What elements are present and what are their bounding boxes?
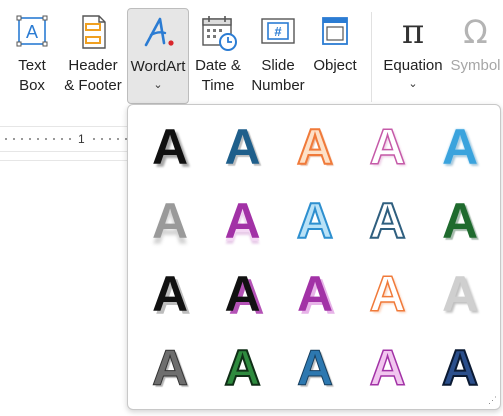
date-time-button[interactable]: Date & Time — [191, 8, 245, 104]
wordart-icon — [138, 13, 178, 53]
header-footer-icon — [73, 12, 113, 52]
wordart-gallery: AAAAAAAAAAAAAAAAAAAA ⋰ — [127, 104, 501, 410]
date-time-label: Date & Time — [195, 57, 241, 94]
equation-label: Equation — [383, 57, 443, 74]
wordart-style-2[interactable]: A — [210, 114, 276, 180]
wordart-style-5[interactable]: A — [427, 114, 493, 180]
resize-grip-icon[interactable]: ⋰ — [488, 395, 497, 406]
object-icon — [315, 12, 355, 52]
wordart-style-1[interactable]: A — [137, 114, 203, 180]
wordart-style-15[interactable]: A — [427, 261, 493, 327]
hash-glyph: # — [274, 24, 282, 39]
wordart-style-20[interactable]: A — [427, 335, 493, 401]
wordart-style-19[interactable]: A — [355, 335, 421, 401]
slide-number-icon: # — [258, 12, 298, 52]
chevron-down-icon: ⌄ — [408, 78, 418, 90]
symbol-label: Symbol — [450, 57, 501, 74]
pi-icon: π — [393, 12, 433, 52]
text-box-button[interactable]: A Text Box — [4, 8, 60, 104]
header-footer-label: Header & Footer — [64, 57, 122, 94]
ruler-ticks — [2, 138, 138, 140]
wordart-style-8[interactable]: A — [282, 188, 348, 254]
text-box-glyph: A — [26, 22, 38, 42]
slide-number-button[interactable]: # Slide Number — [249, 8, 307, 104]
text-box-label: Text Box — [18, 57, 46, 94]
omega-glyph: Ω — [463, 13, 488, 51]
chevron-down-icon: ⌄ — [153, 79, 163, 91]
group-separator — [371, 12, 372, 102]
wordart-style-4[interactable]: A — [355, 114, 421, 180]
wordart-style-6[interactable]: A — [137, 188, 203, 254]
wordart-style-18[interactable]: A — [282, 335, 348, 401]
wordart-grid: AAAAAAAAAAAAAAAAAAAA — [134, 111, 496, 405]
calendar-clock-icon — [198, 12, 238, 52]
omega-icon: Ω — [456, 12, 496, 52]
symbol-button[interactable]: Ω Symbol — [448, 8, 503, 104]
horizontal-ruler: 1 — [0, 126, 140, 152]
wordart-style-7[interactable]: A — [210, 188, 276, 254]
wordart-style-14[interactable]: A — [355, 261, 421, 327]
document-edge — [0, 160, 140, 161]
text-box-icon: A — [12, 12, 52, 52]
wordart-button[interactable]: WordArt ⌄ — [127, 8, 189, 104]
equation-button[interactable]: π Equation ⌄ — [380, 8, 446, 104]
wordart-label: WordArt — [130, 58, 186, 75]
object-label: Object — [313, 57, 357, 74]
ruler-number: 1 — [76, 132, 87, 146]
header-footer-button[interactable]: Header & Footer — [62, 8, 124, 104]
wordart-style-11[interactable]: A — [137, 261, 203, 327]
wordart-style-17[interactable]: A — [210, 335, 276, 401]
slide-number-label: Slide Number — [251, 57, 305, 94]
object-button[interactable]: Object — [309, 8, 361, 104]
wordart-style-3[interactable]: A — [282, 114, 348, 180]
wordart-style-10[interactable]: A — [427, 188, 493, 254]
wordart-style-12[interactable]: A — [210, 261, 276, 327]
pi-glyph: π — [401, 12, 425, 52]
wordart-style-16[interactable]: A — [137, 335, 203, 401]
wordart-style-13[interactable]: A — [282, 261, 348, 327]
wordart-style-9[interactable]: A — [355, 188, 421, 254]
